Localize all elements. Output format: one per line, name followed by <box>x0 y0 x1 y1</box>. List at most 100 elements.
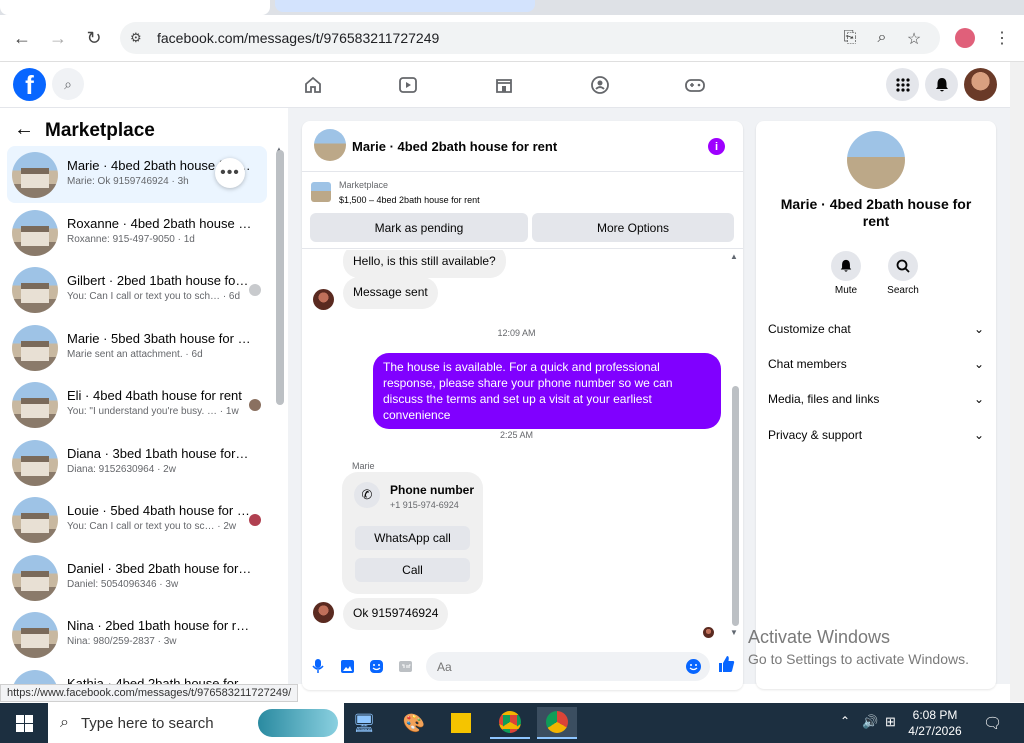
seen-avatar <box>249 399 261 411</box>
site-settings-icon[interactable]: ⚙ <box>130 30 142 46</box>
page-scrollbar[interactable] <box>1010 62 1024 702</box>
gaming-icon[interactable] <box>682 72 708 98</box>
marketplace-inbox: ← Marketplace Marie · 4bed 2bath house f… <box>0 108 288 684</box>
chrome-icon[interactable] <box>537 707 577 739</box>
chat-listing-thumbnail[interactable] <box>314 129 346 161</box>
notification-center-icon[interactable]: 🗨 <box>983 714 1002 732</box>
conversation-item[interactable]: Roxanne · 4bed 2bath house for rent Roxan… <box>7 204 267 261</box>
conversation-item[interactable]: Kathia · 4bed 2bath house for rent <box>7 664 267 684</box>
back-arrow-icon[interactable]: ← <box>14 118 34 141</box>
chevron-up-icon[interactable]: ⌃ <box>840 714 850 728</box>
scroll-down-arrow-icon[interactable]: ▼ <box>730 628 738 637</box>
forward-icon[interactable]: → <box>45 25 71 51</box>
browser-menu-icon[interactable]: ⋮ <box>989 25 1015 51</box>
incoming-message: Message sent <box>343 277 438 309</box>
message-input[interactable] <box>426 652 710 681</box>
media-files-links-row[interactable]: Media, files and links ⌄ <box>768 389 984 409</box>
tab-active[interactable] <box>0 0 270 15</box>
mute-bell-icon[interactable] <box>831 251 861 281</box>
row-label: Media, files and links <box>768 392 880 406</box>
sticker-icon[interactable] <box>368 658 384 674</box>
address-bar-row: ← → ↻ ⚙ facebook.com/messages/t/97658321… <box>0 15 1024 62</box>
account-avatar[interactable] <box>964 68 997 101</box>
paint-icon[interactable]: 🎨 <box>394 707 434 739</box>
like-thumbs-up-icon[interactable] <box>717 655 735 678</box>
card-phone: +1 915-974-6924 <box>390 500 459 510</box>
chat-panel: Marie · 4bed 2bath house for rent i Mark… <box>302 121 743 690</box>
listing-thumbnail <box>12 555 58 601</box>
video-icon[interactable] <box>395 72 421 98</box>
conversation-preview: You: Can I call or text you to sch… · 6d <box>67 291 241 302</box>
chat-scrollbar[interactable] <box>732 386 739 626</box>
watermark-line2: Go to Settings to activate Windows. <box>748 651 969 667</box>
clock-date: 4/27/2026 <box>908 724 962 738</box>
listing-price[interactable]: $1,500 – 4bed 2bath house for rent <box>339 195 480 205</box>
tab-inactive[interactable] <box>275 0 535 12</box>
photo-icon[interactable] <box>339 658 355 674</box>
message-list: Hello, is this still available? Message … <box>302 250 743 640</box>
facebook-logo-icon[interactable]: f <box>13 68 46 101</box>
bookmark-star-icon[interactable]: ☆ <box>904 29 924 49</box>
gif-icon[interactable] <box>397 658 413 674</box>
clock[interactable]: 6:08 PM 4/27/2026 <box>900 707 970 739</box>
menu-grid-icon[interactable] <box>886 68 919 101</box>
info-icon[interactable]: i <box>708 138 725 155</box>
incoming-message: Hello, is this still available? <box>343 250 506 278</box>
card-title: Phone number <box>390 483 475 497</box>
listing-banner: Marketplace $1,500 – 4bed 2bath house fo… <box>302 171 743 249</box>
phone-icon: ✆ <box>354 482 380 508</box>
notifications-bell-icon[interactable] <box>925 68 958 101</box>
customize-chat-row[interactable]: Customize chat ⌄ <box>768 319 984 339</box>
search-icon[interactable] <box>888 251 918 281</box>
privacy-support-row[interactable]: Privacy & support ⌄ <box>768 425 984 445</box>
reload-icon[interactable]: ↻ <box>81 25 107 51</box>
conversation-item[interactable]: Eli · 4bed 4bath house for rent You: "I u… <box>7 376 267 433</box>
conversation-item[interactable]: Diana · 3bed 1bath house for ren Diana: 9… <box>7 434 267 491</box>
marketplace-icon[interactable] <box>491 72 517 98</box>
url-text: facebook.com/messages/t/976583211727249 <box>157 30 440 46</box>
conversation-item[interactable]: Gilbert · 2bed 1bath house for rent You: … <box>7 261 267 318</box>
chat-title[interactable]: Marie · 4bed 2bath house for rent <box>352 139 557 154</box>
groups-icon[interactable] <box>587 72 613 98</box>
sticky-notes-icon[interactable] <box>441 707 481 739</box>
install-icon[interactable]: ⎘ <box>840 29 860 47</box>
search-icon[interactable]: ⌕ <box>52 68 84 100</box>
home-icon[interactable] <box>300 72 326 98</box>
listing-thumbnail <box>12 612 58 658</box>
windows-start-icon[interactable] <box>0 703 48 743</box>
taskbar: ⌕ Type here to search 🖥 🎨 ⌃ 🔊 ⊞ 6:08 PM … <box>0 703 1024 743</box>
tab-strip <box>0 0 1024 15</box>
back-icon[interactable]: ← <box>9 25 35 51</box>
scroll-up-arrow-icon[interactable]: ▲ <box>730 252 738 261</box>
chrome-icon[interactable] <box>490 707 530 739</box>
zoom-icon[interactable]: ⌕ <box>872 29 892 47</box>
chat-members-row[interactable]: Chat members ⌄ <box>768 354 984 374</box>
microphone-icon[interactable] <box>310 658 326 674</box>
profile-icon[interactable] <box>955 28 975 48</box>
more-options-button[interactable]: ••• <box>215 158 245 188</box>
chevron-down-icon: ⌄ <box>973 428 984 442</box>
conversation-item[interactable]: Nina · 2bed 1bath house for rent Nina: 98… <box>7 606 267 663</box>
call-button[interactable]: Call <box>355 558 470 582</box>
mute-label: Mute <box>834 285 858 296</box>
conversation-preview: Nina: 980/259-2837 · 3w <box>67 636 177 647</box>
emoji-icon[interactable] <box>686 659 701 674</box>
more-options-button[interactable]: More Options <box>532 213 734 242</box>
network-icon[interactable]: ⊞ <box>885 714 896 730</box>
conversation-item[interactable]: Daniel · 3bed 2bath house for rent Daniel… <box>7 549 267 606</box>
sidebar-scrollbar[interactable] <box>276 150 284 405</box>
conversation-item[interactable]: Marie · 5bed 3bath house for rent Marie s… <box>7 319 267 376</box>
details-listing-thumbnail[interactable] <box>847 131 905 189</box>
conversation-name: Marie · 5bed 3bath house for rent <box>67 331 252 346</box>
listing-thumbnail[interactable] <box>311 182 331 202</box>
volume-icon[interactable]: 🔊 <box>862 714 878 730</box>
chevron-down-icon: ⌄ <box>973 392 984 406</box>
seen-avatar <box>249 284 261 296</box>
conversation-item[interactable]: Louie · 5bed 4bath house for rent You: Ca… <box>7 491 267 548</box>
whatsapp-call-button[interactable]: WhatsApp call <box>355 526 470 550</box>
phone-number-card: ✆ Phone number +1 915-974-6924 WhatsApp … <box>342 472 483 594</box>
mark-as-pending-button[interactable]: Mark as pending <box>310 213 528 242</box>
computer-icon[interactable]: 🖥 <box>344 707 384 739</box>
url-field[interactable]: ⚙ facebook.com/messages/t/97658321172724… <box>120 22 940 54</box>
taskbar-search[interactable]: ⌕ Type here to search <box>48 703 344 743</box>
